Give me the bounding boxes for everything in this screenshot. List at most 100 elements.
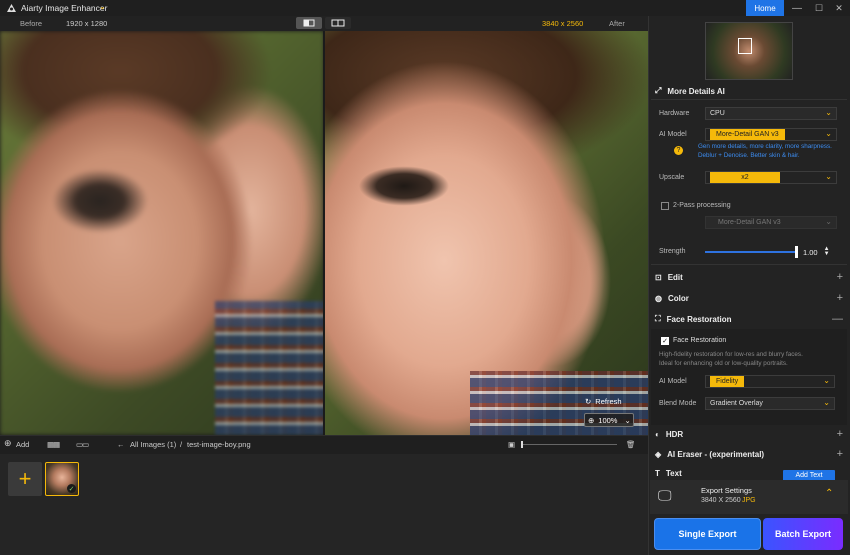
batch-export-button[interactable]: Batch Export (763, 518, 843, 550)
export-size: 3840 X 2560 (701, 497, 741, 504)
divider (651, 264, 847, 265)
stepper-icon[interactable]: ▲ ▼ (824, 246, 830, 257)
refresh-button[interactable]: ↻ Refresh (585, 397, 622, 406)
zoom-select[interactable]: ⊕ 100% ⌄ (584, 413, 634, 427)
ai-model-help-line: Gen more details, more clarity, more sha… (698, 143, 832, 150)
face-ai-model-select[interactable]: Fidelity ⌄ (705, 375, 835, 388)
filmstrip-view-icon[interactable]: ▭▭ (76, 440, 89, 449)
all-images-link[interactable]: All Images (1) (130, 440, 176, 449)
image-strip (0, 454, 648, 555)
chevron-down-icon: ⌄ (825, 129, 832, 138)
refresh-icon: ↻ (585, 397, 592, 406)
app-logo-icon (7, 4, 16, 12)
split-view-toggle[interactable] (296, 17, 322, 29)
export-settings[interactable]: 🖵 Export Settings 3840 X 2560 JPG ⌃ (650, 480, 848, 514)
chevron-up-icon[interactable]: ⌃ (825, 488, 833, 499)
side-by-side-icon (331, 19, 345, 27)
section-face-restoration[interactable]: ⛶ Face Restoration — (655, 310, 845, 328)
after-label: After (609, 19, 625, 28)
zoom-value: 100% (598, 415, 618, 425)
navigator-viewport-frame[interactable] (738, 38, 752, 54)
section-more-details-ai: ⤢ More Details AI (655, 82, 845, 100)
add-image-tile[interactable]: + (8, 462, 42, 496)
section-hdr[interactable]: ◐ HDR + (655, 425, 845, 443)
palette-icon: ◍ (655, 293, 662, 303)
ai-model-select[interactable]: More-Detail GAN v3 ⌄ (705, 128, 837, 141)
chevron-down-icon: ⌄ (825, 108, 832, 117)
chevron-down-icon[interactable]: ⌄ (99, 2, 106, 11)
upscale-select[interactable]: x2 ⌄ (705, 171, 837, 184)
crop-icon: ⊡ (655, 272, 662, 282)
after-size: 3840 x 2560 (542, 19, 584, 28)
before-image-shirt (215, 301, 325, 435)
hardware-label: Hardware (659, 110, 690, 117)
section-title: Edit (667, 272, 683, 282)
image-thumbnail[interactable]: ✓ (45, 462, 79, 496)
close-icon[interactable]: ✕ (828, 1, 850, 15)
thumbnail-size-slider[interactable] (521, 444, 617, 445)
two-pass-model-value: More-Detail GAN v3 (718, 219, 781, 226)
face-help-line: High-fidelity restoration for low-res an… (659, 351, 803, 358)
thumbnail-size-knob[interactable] (521, 441, 523, 448)
help-icon[interactable]: ? (674, 146, 683, 155)
image-icon: ▣ (508, 440, 516, 449)
chevron-down-icon: ⌄ (825, 172, 832, 181)
compare-bar: Before 1920 x 1280 3840 x 2560 After (0, 16, 648, 31)
strength-value: 1.00 (803, 247, 818, 257)
side-by-side-toggle[interactable] (325, 17, 351, 29)
maximize-icon[interactable]: ☐ (808, 1, 830, 15)
app-title: Aiarty Image Enhancer (21, 3, 108, 13)
split-view-icon (303, 19, 315, 27)
blend-mode-label: Blend Mode (659, 400, 697, 407)
two-pass-label: 2-Pass processing (673, 202, 731, 209)
before-size: 1920 x 1280 (66, 19, 108, 28)
section-color[interactable]: ◍ Color + (655, 289, 845, 307)
export-monitor-icon: 🖵 (658, 487, 672, 503)
strength-slider-knob[interactable] (795, 246, 798, 258)
strength-label: Strength (659, 248, 686, 255)
chevron-down-icon: ⌄ (624, 415, 631, 425)
grid-view-icon[interactable]: ▦▦ (47, 440, 60, 449)
expand-icon[interactable]: + (837, 292, 843, 304)
two-pass-model-select[interactable]: More-Detail GAN v3 ⌄ (705, 216, 837, 229)
expand-icon[interactable]: + (837, 271, 843, 283)
single-export-button[interactable]: Single Export (654, 518, 761, 550)
collapse-icon[interactable]: — (832, 313, 843, 325)
section-ai-eraser[interactable]: ◈ AI Eraser - (experimental) + (655, 445, 845, 463)
compare-divider-handle[interactable] (323, 31, 325, 435)
enhance-icon: ⤢ (655, 86, 662, 95)
add-plus-icon[interactable]: ⊕ (4, 438, 12, 449)
face-scan-icon: ⛶ (655, 314, 661, 323)
home-button[interactable]: Home (746, 0, 784, 16)
breadcrumb-separator: / (180, 440, 183, 449)
blend-mode-select[interactable]: Gradient Overlay ⌄ (705, 397, 835, 410)
section-title: Color (667, 293, 689, 303)
section-title: More Details AI (667, 86, 725, 96)
trash-icon[interactable]: 🗑 (626, 440, 636, 449)
add-button[interactable]: Add (16, 440, 29, 449)
minimize-icon[interactable]: — (786, 1, 808, 15)
zoom-icon: ⊕ (588, 415, 595, 425)
blend-mode-value: Gradient Overlay (710, 400, 763, 407)
face-restoration-checkbox[interactable]: ✓ (661, 337, 669, 345)
eraser-icon: ◈ (655, 449, 662, 459)
face-restoration-checkbox-label: Face Restoration (673, 337, 727, 344)
face-restoration-help: High-fidelity restoration for low-res an… (659, 351, 844, 368)
hardware-select[interactable]: CPU ⌄ (705, 107, 837, 120)
strength-input[interactable]: 1.00 ▲ ▼ (803, 246, 833, 258)
face-ai-model-label: AI Model (659, 378, 687, 385)
image-viewer[interactable] (0, 31, 648, 435)
strength-slider[interactable] (705, 251, 797, 253)
ai-model-help: Gen more details, more clarity, more sha… (698, 143, 848, 160)
hdr-icon: ◐ (655, 429, 660, 439)
upscale-value: x2 (710, 172, 780, 183)
chevron-down-icon: ⌄ (825, 217, 832, 226)
two-pass-checkbox[interactable] (661, 202, 669, 210)
expand-icon[interactable]: + (837, 448, 843, 460)
section-edit[interactable]: ⊡ Edit + (655, 268, 845, 286)
expand-icon[interactable]: + (837, 428, 843, 440)
section-title: Face Restoration (666, 314, 732, 324)
ai-model-value: More-Detail GAN v3 (710, 129, 785, 140)
back-arrow-icon[interactable]: ← (117, 440, 125, 449)
check-icon: ✓ (67, 484, 76, 493)
